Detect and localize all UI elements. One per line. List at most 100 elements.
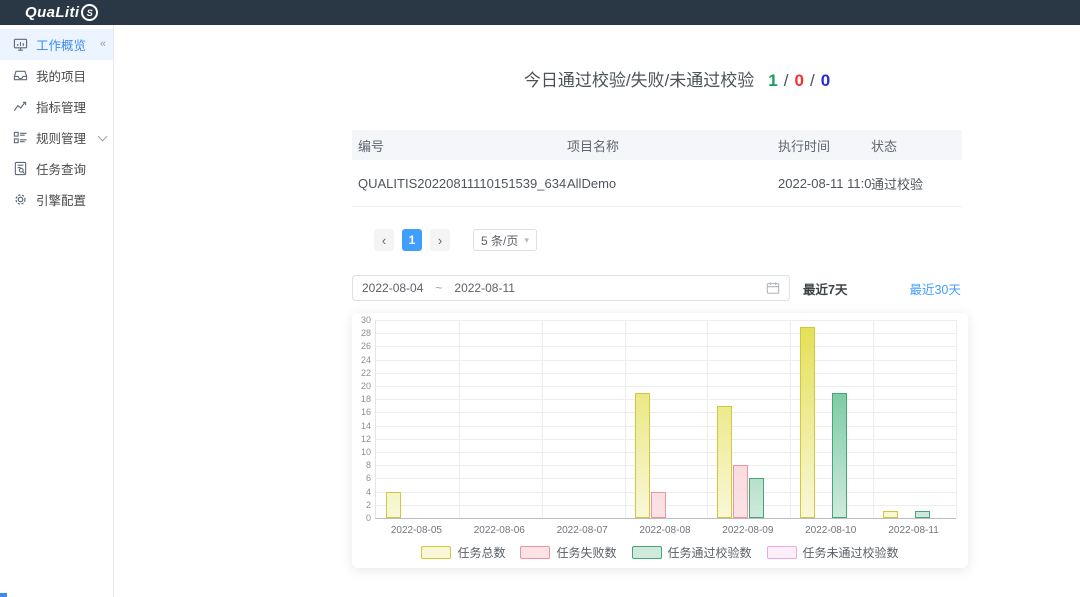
bar-任务总数-2022-08-10[interactable]: [800, 327, 815, 518]
sidebar-item-2[interactable]: 我的项目: [0, 60, 113, 91]
sidebar-menu: 工作概览 « 我的项目指标管理规则管理任务查询引擎配置: [0, 29, 113, 215]
gridline: [790, 320, 791, 518]
date-range-input[interactable]: 2022-08-04 ~ 2022-08-11: [352, 275, 790, 301]
gridline: [376, 412, 956, 413]
bar-任务通过校验数-2022-08-11[interactable]: [915, 511, 930, 518]
bar-任务通过校验数-2022-08-09[interactable]: [749, 478, 764, 518]
y-axis-tick-label: 14: [352, 421, 371, 431]
gridline: [376, 360, 956, 361]
y-axis-tick-label: 12: [352, 434, 371, 444]
count-separator: /: [784, 71, 789, 91]
gridline: [376, 478, 956, 479]
y-axis-tick-label: 30: [352, 315, 371, 325]
y-axis-tick-label: 24: [352, 355, 371, 365]
table-body: QUALITIS20220811110151539_634982AllDemo2…: [352, 160, 962, 207]
x-axis-tick-label: 2022-08-10: [789, 525, 873, 536]
count-value-2: 0: [821, 71, 830, 91]
x-axis-tick-label: 2022-08-05: [374, 525, 458, 536]
column-header: 执行时间: [778, 136, 871, 155]
y-axis-tick-label: 2: [352, 500, 371, 510]
bar-任务通过校验数-2022-08-10[interactable]: [832, 393, 847, 518]
gridline: [376, 399, 956, 400]
runs-table: 编号项目名称执行时间状态 QUALITIS20220811110151539_6…: [352, 130, 962, 207]
x-axis-tick-label: 2022-08-11: [872, 525, 956, 536]
qualitis-logo: QuaLitiS: [25, 4, 98, 21]
top-bar: QuaLitiS: [0, 0, 1080, 25]
sidebar-item-5[interactable]: 任务查询: [0, 153, 113, 184]
legend-item[interactable]: 任务总数: [421, 544, 505, 561]
count-value-1: 0: [794, 71, 803, 91]
column-header: 项目名称: [567, 136, 778, 155]
overview-icon: [13, 37, 28, 52]
legend-label: 任务失败数: [556, 544, 616, 561]
table-cell: AllDemo: [567, 176, 778, 191]
y-axis-tick-label: 22: [352, 368, 371, 378]
gridline: [376, 333, 956, 334]
calendar-icon[interactable]: [766, 281, 780, 295]
sidebar-item-label: 工作概览: [36, 35, 86, 54]
table-cell: 2022-08-11 11:01:51: [778, 176, 871, 191]
sidebar-item-4[interactable]: 规则管理: [0, 122, 113, 153]
legend-item[interactable]: 任务失败数: [520, 544, 616, 561]
chart-legend: 任务总数 任务失败数 任务通过校验数 任务未通过校验数: [352, 544, 968, 561]
x-axis-tick-label: 2022-08-09: [706, 525, 790, 536]
gridline: [376, 386, 956, 387]
legend-item[interactable]: 任务未通过校验数: [767, 544, 899, 561]
sidebar-item-6[interactable]: 引擎配置: [0, 184, 113, 215]
y-axis-tick-label: 6: [352, 473, 371, 483]
sidebar-item-label: 规则管理: [36, 128, 86, 147]
sidebar-item-label: 引擎配置: [36, 190, 86, 209]
legend-swatch: [632, 546, 662, 559]
bar-任务失败数-2022-08-09[interactable]: [733, 465, 748, 518]
legend-label: 任务未通过校验数: [803, 544, 899, 561]
projects-icon: [13, 68, 28, 83]
x-axis-tick-label: 2022-08-08: [623, 525, 707, 536]
bar-任务总数-2022-08-11[interactable]: [883, 511, 898, 518]
end-date-value: 2022-08-11: [454, 281, 515, 295]
table-cell: QUALITIS20220811110151539_634982: [352, 176, 567, 191]
gridline: [459, 320, 460, 518]
logo-text: QuaLiti: [25, 4, 79, 21]
last-30-days-button[interactable]: 最近30天: [909, 279, 960, 298]
caret-down-icon: ▾: [524, 235, 529, 246]
legend-swatch: [421, 546, 451, 559]
bar-任务失败数-2022-08-08[interactable]: [651, 492, 666, 518]
y-axis-tick-label: 28: [352, 328, 371, 338]
table-row[interactable]: QUALITIS20220811110151539_634982AllDemo2…: [352, 160, 962, 207]
legend-swatch: [767, 546, 797, 559]
rules-icon: [13, 130, 28, 145]
summary-header: 今日通过校验/失败/未通过校验 1/0/0: [352, 66, 1002, 91]
task-history-chart-card: 024681012141618202224262830 任务总数任务失败数任务通…: [352, 313, 968, 568]
legend-label: 任务总数: [457, 544, 505, 561]
date-range-separator: ~: [435, 281, 442, 295]
gridline: [956, 320, 957, 518]
legend-item[interactable]: 任务通过校验数: [632, 544, 752, 561]
page-1-button[interactable]: 1: [402, 229, 422, 251]
y-axis-tick-label: 20: [352, 381, 371, 391]
pagination: ‹ 1 › 5 条/页 ▾: [374, 229, 537, 251]
collapse-sidebar-icon[interactable]: «: [100, 39, 106, 50]
last-7-days-button[interactable]: 最近7天: [803, 279, 847, 298]
count-separator: /: [810, 71, 815, 91]
gridline: [873, 320, 874, 518]
bar-任务总数-2022-08-08[interactable]: [635, 393, 650, 518]
tasks-icon: [13, 161, 28, 176]
legend-label: 任务通过校验数: [668, 544, 752, 561]
x-axis-tick-label: 2022-08-07: [540, 525, 624, 536]
y-axis-tick-label: 16: [352, 407, 371, 417]
sidebar-item-1[interactable]: 工作概览 «: [0, 29, 113, 60]
gridline: [376, 439, 956, 440]
bar-任务总数-2022-08-05[interactable]: [386, 492, 401, 518]
next-page-button[interactable]: ›: [430, 229, 450, 251]
column-header: 状态: [871, 136, 962, 155]
x-axis-tick-label: 2022-08-06: [457, 525, 541, 536]
bar-任务总数-2022-08-09[interactable]: [717, 406, 732, 518]
sidebar-item-3[interactable]: 指标管理: [0, 91, 113, 122]
page-title: 今日通过校验/失败/未通过校验: [524, 66, 754, 91]
page-size-select[interactable]: 5 条/页 ▾: [473, 229, 537, 251]
y-axis-tick-label: 18: [352, 394, 371, 404]
gridline: [376, 465, 956, 466]
sidebar-item-label: 任务查询: [36, 159, 86, 178]
gridline: [707, 320, 708, 518]
prev-page-button[interactable]: ‹: [374, 229, 394, 251]
